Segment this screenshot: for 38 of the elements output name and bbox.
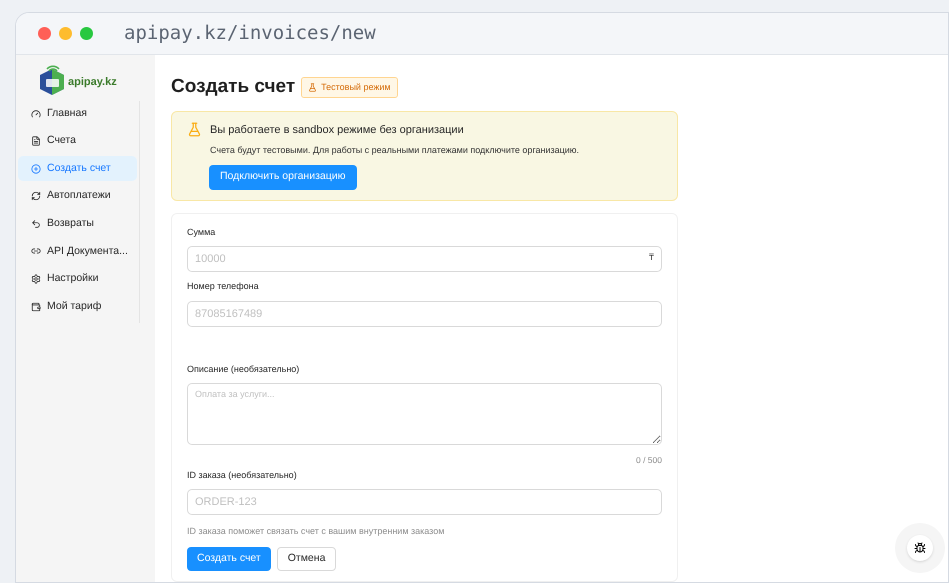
return-arrow-icon xyxy=(31,218,41,229)
bug-icon xyxy=(914,542,926,554)
debug-button[interactable] xyxy=(907,535,933,561)
wallet-icon xyxy=(31,302,41,312)
refresh-icon xyxy=(31,191,41,202)
sidebar-item[interactable]: Главная xyxy=(18,101,137,126)
field-label: Описание (необязательно) xyxy=(187,362,300,376)
sidebar-item[interactable]: Автоплатежи xyxy=(18,184,137,209)
gauge-icon xyxy=(31,108,41,118)
link-icon xyxy=(31,246,41,256)
sidebar-item[interactable]: Создать счет xyxy=(18,156,137,182)
logo-icon xyxy=(38,62,66,94)
alert-text: Счета будут тестовыми. Для работы с реальными платежами подключите организацию. xyxy=(210,144,580,157)
address-url[interactable]: apipay.kz/invoices/new xyxy=(124,19,376,48)
flask-icon xyxy=(187,122,202,138)
field-label: Номер телефона xyxy=(187,280,260,293)
page-title: Создать счет xyxy=(171,75,296,99)
sidebar-item[interactable]: Счета xyxy=(18,128,137,154)
input-field[interactable]: ORDER-123 xyxy=(187,489,662,516)
logo-text: apipay.kz xyxy=(68,75,117,90)
sidebar-item[interactable]: Возвраты xyxy=(18,211,137,236)
sidebar-item[interactable]: Мой тариф xyxy=(18,294,137,320)
field-label: ID заказа (необязательно) xyxy=(187,468,298,482)
test-mode-badge: Тестовый режим xyxy=(301,76,398,98)
document-icon xyxy=(31,136,41,146)
alert-title: Вы работаете в sandbox режиме без организации xyxy=(210,122,464,138)
input-field[interactable]: 87085167489 xyxy=(187,300,662,326)
cancel-button[interactable]: Отмена xyxy=(276,546,336,571)
description-field[interactable]: Оплата за услуги... xyxy=(187,383,662,445)
sidebar-item[interactable]: Настройки xyxy=(18,266,137,292)
character-counter: 0 / 500 xyxy=(635,454,662,467)
plus-circle-icon xyxy=(31,164,41,174)
settings-icon xyxy=(31,274,41,284)
sidebar-item[interactable]: API Документа... xyxy=(18,238,137,264)
field-hint: ID заказа поможет связать счет с вашим внутренним заказом xyxy=(187,525,446,538)
currency-suffix: ₸ xyxy=(649,253,654,262)
flask-icon xyxy=(308,82,318,92)
field-label: Сумма xyxy=(187,226,216,239)
